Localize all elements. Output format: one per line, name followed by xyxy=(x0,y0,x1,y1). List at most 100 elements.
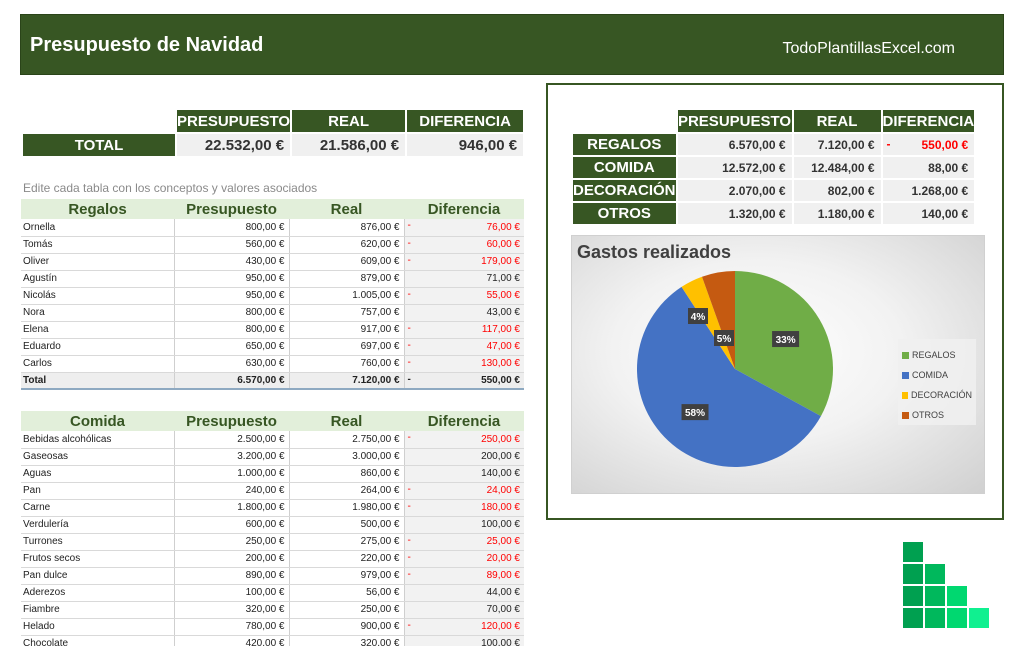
difference-cell[interactable]: 100,00 € xyxy=(403,635,524,646)
summary-value[interactable]: 22.532,00 € xyxy=(177,134,291,156)
category-difference[interactable]: 88,00 € xyxy=(882,157,975,178)
difference-cell[interactable]: - 60,00 € xyxy=(403,236,524,254)
difference-cell[interactable]: - 180,00 € xyxy=(403,499,524,517)
concept-cell[interactable]: Fiambre xyxy=(21,601,174,619)
difference-cell[interactable]: - 76,00 € xyxy=(403,219,524,237)
real-cell[interactable]: 1.980,00 € xyxy=(288,499,404,517)
concept-cell[interactable]: Carlos xyxy=(21,355,174,373)
legend-item[interactable]: COMIDA xyxy=(902,365,972,385)
concept-cell[interactable]: Verdulería xyxy=(21,516,174,534)
concept-cell[interactable]: Bebidas alcohólicas xyxy=(21,431,174,449)
budget-cell[interactable]: 950,00 € xyxy=(173,270,289,288)
real-cell[interactable]: 757,00 € xyxy=(288,304,404,322)
real-cell[interactable]: 1.005,00 € xyxy=(288,287,404,305)
category-real[interactable]: 1.180,00 € xyxy=(793,203,881,224)
budget-cell[interactable]: 3.200,00 € xyxy=(173,448,289,466)
real-cell[interactable]: 56,00 € xyxy=(288,584,404,602)
difference-cell[interactable]: - 550,00 € xyxy=(403,372,524,390)
real-cell[interactable]: 917,00 € xyxy=(288,321,404,339)
budget-cell[interactable]: 650,00 € xyxy=(173,338,289,356)
concept-cell[interactable]: Aderezos xyxy=(21,584,174,602)
real-cell[interactable]: 264,00 € xyxy=(288,482,404,500)
real-cell[interactable]: 500,00 € xyxy=(288,516,404,534)
budget-cell[interactable]: 430,00 € xyxy=(173,253,289,271)
difference-cell[interactable]: - 20,00 € xyxy=(403,550,524,568)
concept-cell[interactable]: Frutos secos xyxy=(21,550,174,568)
budget-cell[interactable]: 560,00 € xyxy=(173,236,289,254)
real-cell[interactable]: 876,00 € xyxy=(288,219,404,237)
difference-cell[interactable]: 70,00 € xyxy=(403,601,524,619)
real-cell[interactable]: 7.120,00 € xyxy=(288,372,404,390)
real-cell[interactable]: 979,00 € xyxy=(288,567,404,585)
concept-cell[interactable]: Nicolás xyxy=(21,287,174,305)
difference-cell[interactable]: 200,00 € xyxy=(403,448,524,466)
budget-cell[interactable]: 320,00 € xyxy=(173,601,289,619)
budget-cell[interactable]: 6.570,00 € xyxy=(173,372,289,390)
difference-cell[interactable]: - 179,00 € xyxy=(403,253,524,271)
real-cell[interactable]: 620,00 € xyxy=(288,236,404,254)
category-difference[interactable]: 140,00 € xyxy=(882,203,975,224)
budget-cell[interactable]: 1.000,00 € xyxy=(173,465,289,483)
concept-cell[interactable]: Pan dulce xyxy=(21,567,174,585)
difference-cell[interactable]: - 24,00 € xyxy=(403,482,524,500)
budget-cell[interactable]: 800,00 € xyxy=(173,304,289,322)
budget-cell[interactable]: 800,00 € xyxy=(173,321,289,339)
real-cell[interactable]: 900,00 € xyxy=(288,618,404,636)
summary-value[interactable]: 21.586,00 € xyxy=(292,134,406,156)
difference-cell[interactable]: - 25,00 € xyxy=(403,533,524,551)
legend-item[interactable]: OTROS xyxy=(902,405,972,425)
real-cell[interactable]: 2.750,00 € xyxy=(288,431,404,449)
concept-cell[interactable]: Agustín xyxy=(21,270,174,288)
concept-cell[interactable]: Nora xyxy=(21,304,174,322)
budget-cell[interactable]: 1.800,00 € xyxy=(173,499,289,517)
concept-cell[interactable]: Pan xyxy=(21,482,174,500)
budget-cell[interactable]: 420,00 € xyxy=(173,635,289,646)
real-cell[interactable]: 697,00 € xyxy=(288,338,404,356)
legend-item[interactable]: DECORACIÓN xyxy=(902,385,972,405)
budget-cell[interactable]: 200,00 € xyxy=(173,550,289,568)
pie-chart[interactable]: Gastos realizados 33% 58% 4% 5% REGALOS COMI… xyxy=(571,235,985,494)
concept-cell[interactable]: Total xyxy=(21,372,174,390)
budget-cell[interactable]: 240,00 € xyxy=(173,482,289,500)
concept-cell[interactable]: Turrones xyxy=(21,533,174,551)
concept-cell[interactable]: Ornella xyxy=(21,219,174,237)
category-budget[interactable]: 2.070,00 € xyxy=(677,180,792,201)
real-cell[interactable]: 609,00 € xyxy=(288,253,404,271)
concept-cell[interactable]: Aguas xyxy=(21,465,174,483)
real-cell[interactable]: 879,00 € xyxy=(288,270,404,288)
real-cell[interactable]: 275,00 € xyxy=(288,533,404,551)
budget-cell[interactable]: 780,00 € xyxy=(173,618,289,636)
category-difference[interactable]: 1.268,00 € xyxy=(882,180,975,201)
category-real[interactable]: 12.484,00 € xyxy=(793,157,881,178)
budget-cell[interactable]: 800,00 € xyxy=(173,219,289,237)
difference-cell[interactable]: 43,00 € xyxy=(403,304,524,322)
budget-cell[interactable]: 250,00 € xyxy=(173,533,289,551)
category-budget[interactable]: 1.320,00 € xyxy=(677,203,792,224)
real-cell[interactable]: 760,00 € xyxy=(288,355,404,373)
legend-item[interactable]: REGALOS xyxy=(902,345,972,365)
difference-cell[interactable]: - 117,00 € xyxy=(403,321,524,339)
concept-cell[interactable]: Eduardo xyxy=(21,338,174,356)
concept-cell[interactable]: Helado xyxy=(21,618,174,636)
concept-cell[interactable]: Oliver xyxy=(21,253,174,271)
budget-cell[interactable]: 630,00 € xyxy=(173,355,289,373)
difference-cell[interactable]: - 120,00 € xyxy=(403,618,524,636)
difference-cell[interactable]: - 47,00 € xyxy=(403,338,524,356)
budget-cell[interactable]: 950,00 € xyxy=(173,287,289,305)
difference-cell[interactable]: - 89,00 € xyxy=(403,567,524,585)
real-cell[interactable]: 220,00 € xyxy=(288,550,404,568)
real-cell[interactable]: 3.000,00 € xyxy=(288,448,404,466)
category-difference[interactable]: - 550,00 € xyxy=(882,134,975,155)
real-cell[interactable]: 860,00 € xyxy=(288,465,404,483)
difference-cell[interactable]: 140,00 € xyxy=(403,465,524,483)
concept-cell[interactable]: Chocolate xyxy=(21,635,174,646)
category-budget[interactable]: 12.572,00 € xyxy=(677,157,792,178)
category-budget[interactable]: 6.570,00 € xyxy=(677,134,792,155)
concept-cell[interactable]: Tomás xyxy=(21,236,174,254)
difference-cell[interactable]: - 55,00 € xyxy=(403,287,524,305)
difference-cell[interactable]: - 130,00 € xyxy=(403,355,524,373)
budget-cell[interactable]: 2.500,00 € xyxy=(173,431,289,449)
real-cell[interactable]: 250,00 € xyxy=(288,601,404,619)
summary-value[interactable]: 946,00 € xyxy=(407,134,524,156)
category-real[interactable]: 7.120,00 € xyxy=(793,134,881,155)
